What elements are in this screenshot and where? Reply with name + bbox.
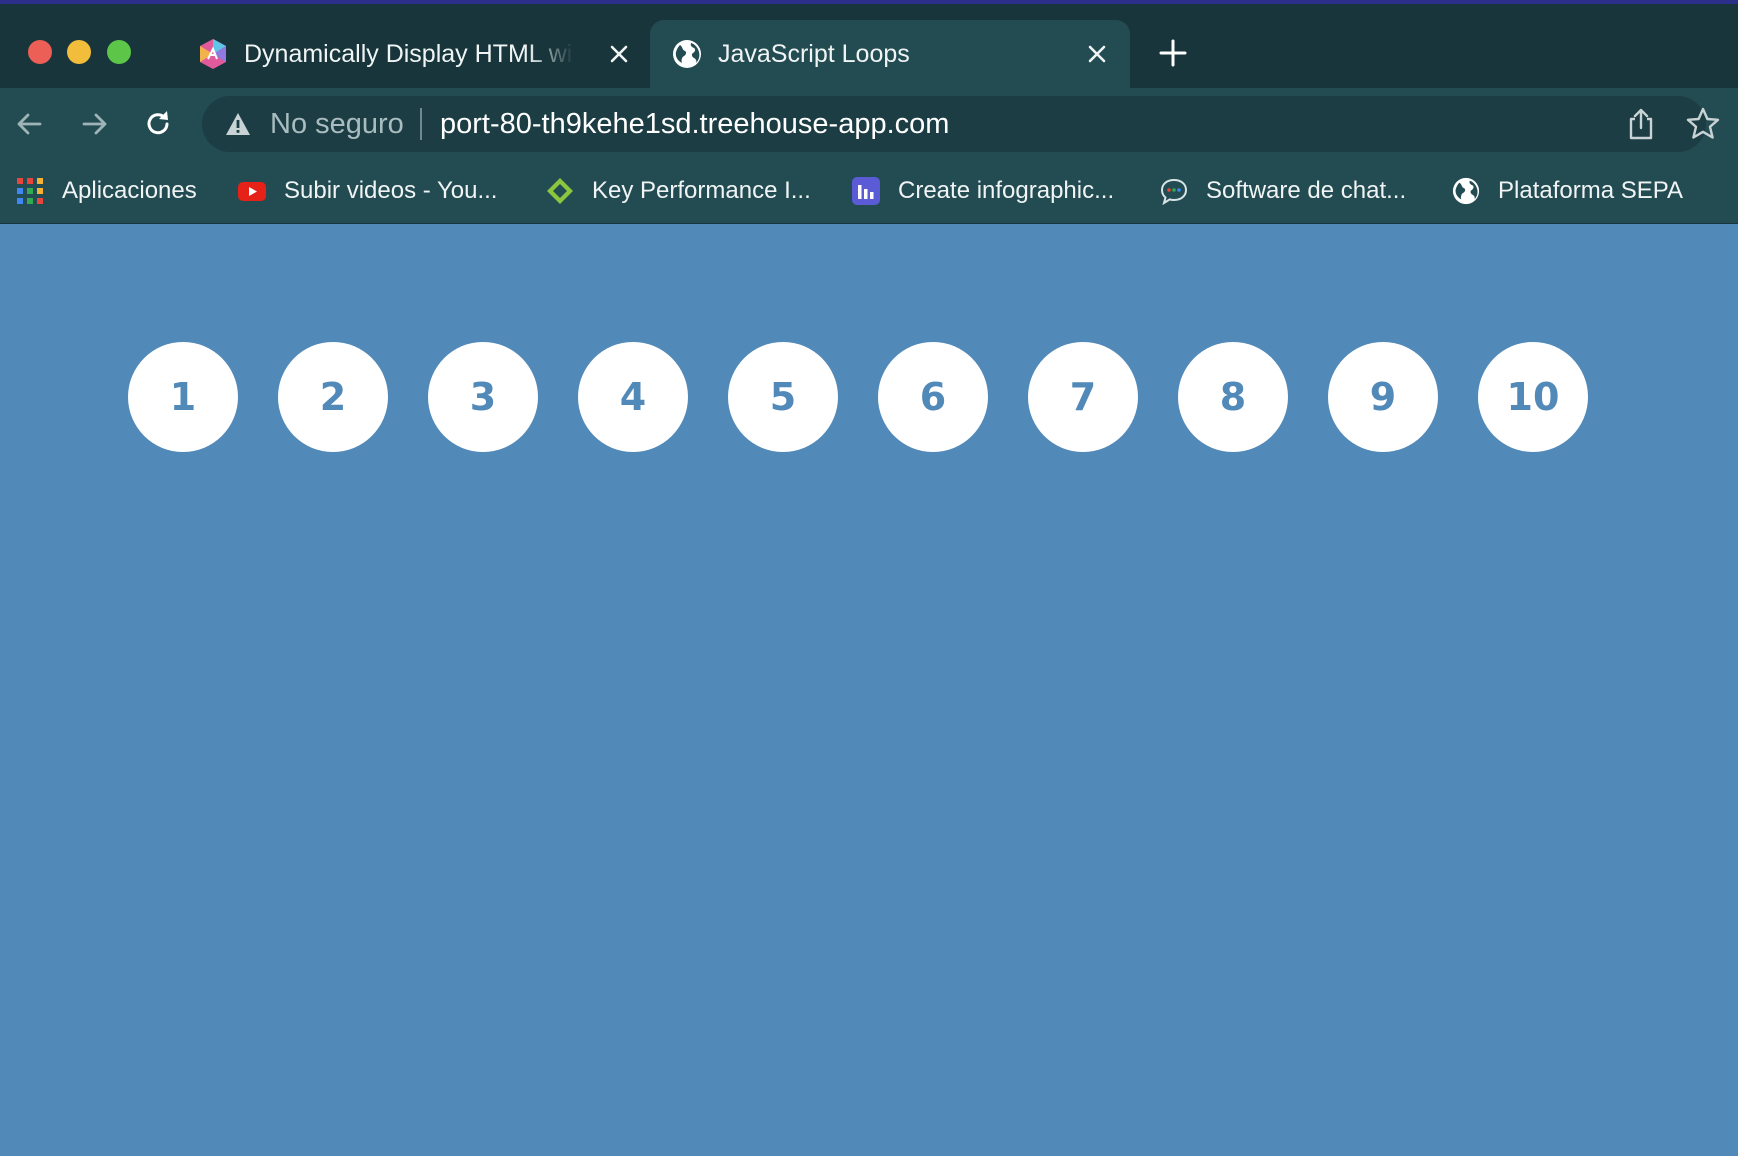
treehouse-icon <box>200 39 226 69</box>
chat-bubble-icon <box>1160 178 1188 205</box>
star-icon[interactable] <box>1685 106 1721 142</box>
number-circle: 4 <box>578 342 688 452</box>
tab-title: Dynamically Display HTML with <box>244 39 574 68</box>
bookmark-software-de-chat[interactable]: Software de chat... <box>1160 172 1406 210</box>
bookmark-label: Create infographic... <box>898 177 1115 204</box>
number-circle: 7 <box>1028 342 1138 452</box>
reload-icon[interactable] <box>140 106 176 142</box>
close-icon[interactable] <box>606 41 632 67</box>
youtube-icon <box>238 182 266 201</box>
tab-title: JavaScript Loops <box>718 39 910 68</box>
forward-arrow-icon[interactable] <box>76 106 112 142</box>
number-circle: 5 <box>728 342 838 452</box>
close-icon[interactable] <box>1084 41 1110 67</box>
bookmarks-bar: Aplicaciones Subir videos - You... Key P… <box>0 160 1738 224</box>
bookmark-label: Subir videos - You... <box>284 177 498 204</box>
number-circle: 9 <box>1328 342 1438 452</box>
number-circle: 2 <box>278 342 388 452</box>
bar-chart-icon <box>852 177 880 205</box>
circle-list: 1 2 3 4 5 6 7 8 9 10 <box>128 342 1588 452</box>
bookmark-label: Aplicaciones <box>62 177 197 204</box>
share-icon[interactable] <box>1624 106 1658 142</box>
bookmark-label: Key Performance I... <box>592 177 811 204</box>
bookmark-youtube[interactable]: Subir videos - You... <box>238 172 497 210</box>
number-circle: 10 <box>1478 342 1588 452</box>
apps-grid-icon <box>17 178 43 204</box>
plus-icon[interactable] <box>1158 38 1188 68</box>
bookmark-key-performance[interactable]: Key Performance I... <box>546 172 811 210</box>
url-text[interactable]: port-80-th9kehe1sd.treehouse-app.com <box>440 106 949 142</box>
number-circle: 6 <box>878 342 988 452</box>
tab-javascript-loops[interactable]: JavaScript Loops <box>650 20 1130 88</box>
globe-icon <box>1452 177 1480 205</box>
close-window-button[interactable] <box>28 40 52 64</box>
bookmark-label: Plataforma SEPA <box>1498 177 1683 204</box>
bookmark-aplicaciones[interactable]: Aplicaciones <box>16 172 197 210</box>
bookmark-plataforma-sepa[interactable]: Plataforma SEPA <box>1452 172 1683 210</box>
number-circle: 1 <box>128 342 238 452</box>
browser-chrome: Dynamically Display HTML with JavaScript… <box>0 0 1738 224</box>
toolbar: No seguro port-80-th9kehe1sd.treehouse-a… <box>0 88 1738 160</box>
bookmark-create-infographic[interactable]: Create infographic... <box>852 172 1114 210</box>
divider <box>420 108 422 140</box>
tab-dynamically-display-html[interactable]: Dynamically Display HTML with <box>180 20 650 88</box>
number-circle: 3 <box>428 342 538 452</box>
diamond-logo-icon <box>547 178 573 204</box>
maximize-window-button[interactable] <box>107 40 131 64</box>
globe-icon <box>673 40 701 68</box>
minimize-window-button[interactable] <box>67 40 91 64</box>
bookmark-label: Software de chat... <box>1206 177 1407 204</box>
back-arrow-icon[interactable] <box>12 106 48 142</box>
number-circle: 8 <box>1178 342 1288 452</box>
security-label[interactable]: No seguro <box>270 106 404 142</box>
warning-icon[interactable] <box>224 111 252 137</box>
address-bar[interactable]: No seguro port-80-th9kehe1sd.treehouse-a… <box>202 96 1720 152</box>
